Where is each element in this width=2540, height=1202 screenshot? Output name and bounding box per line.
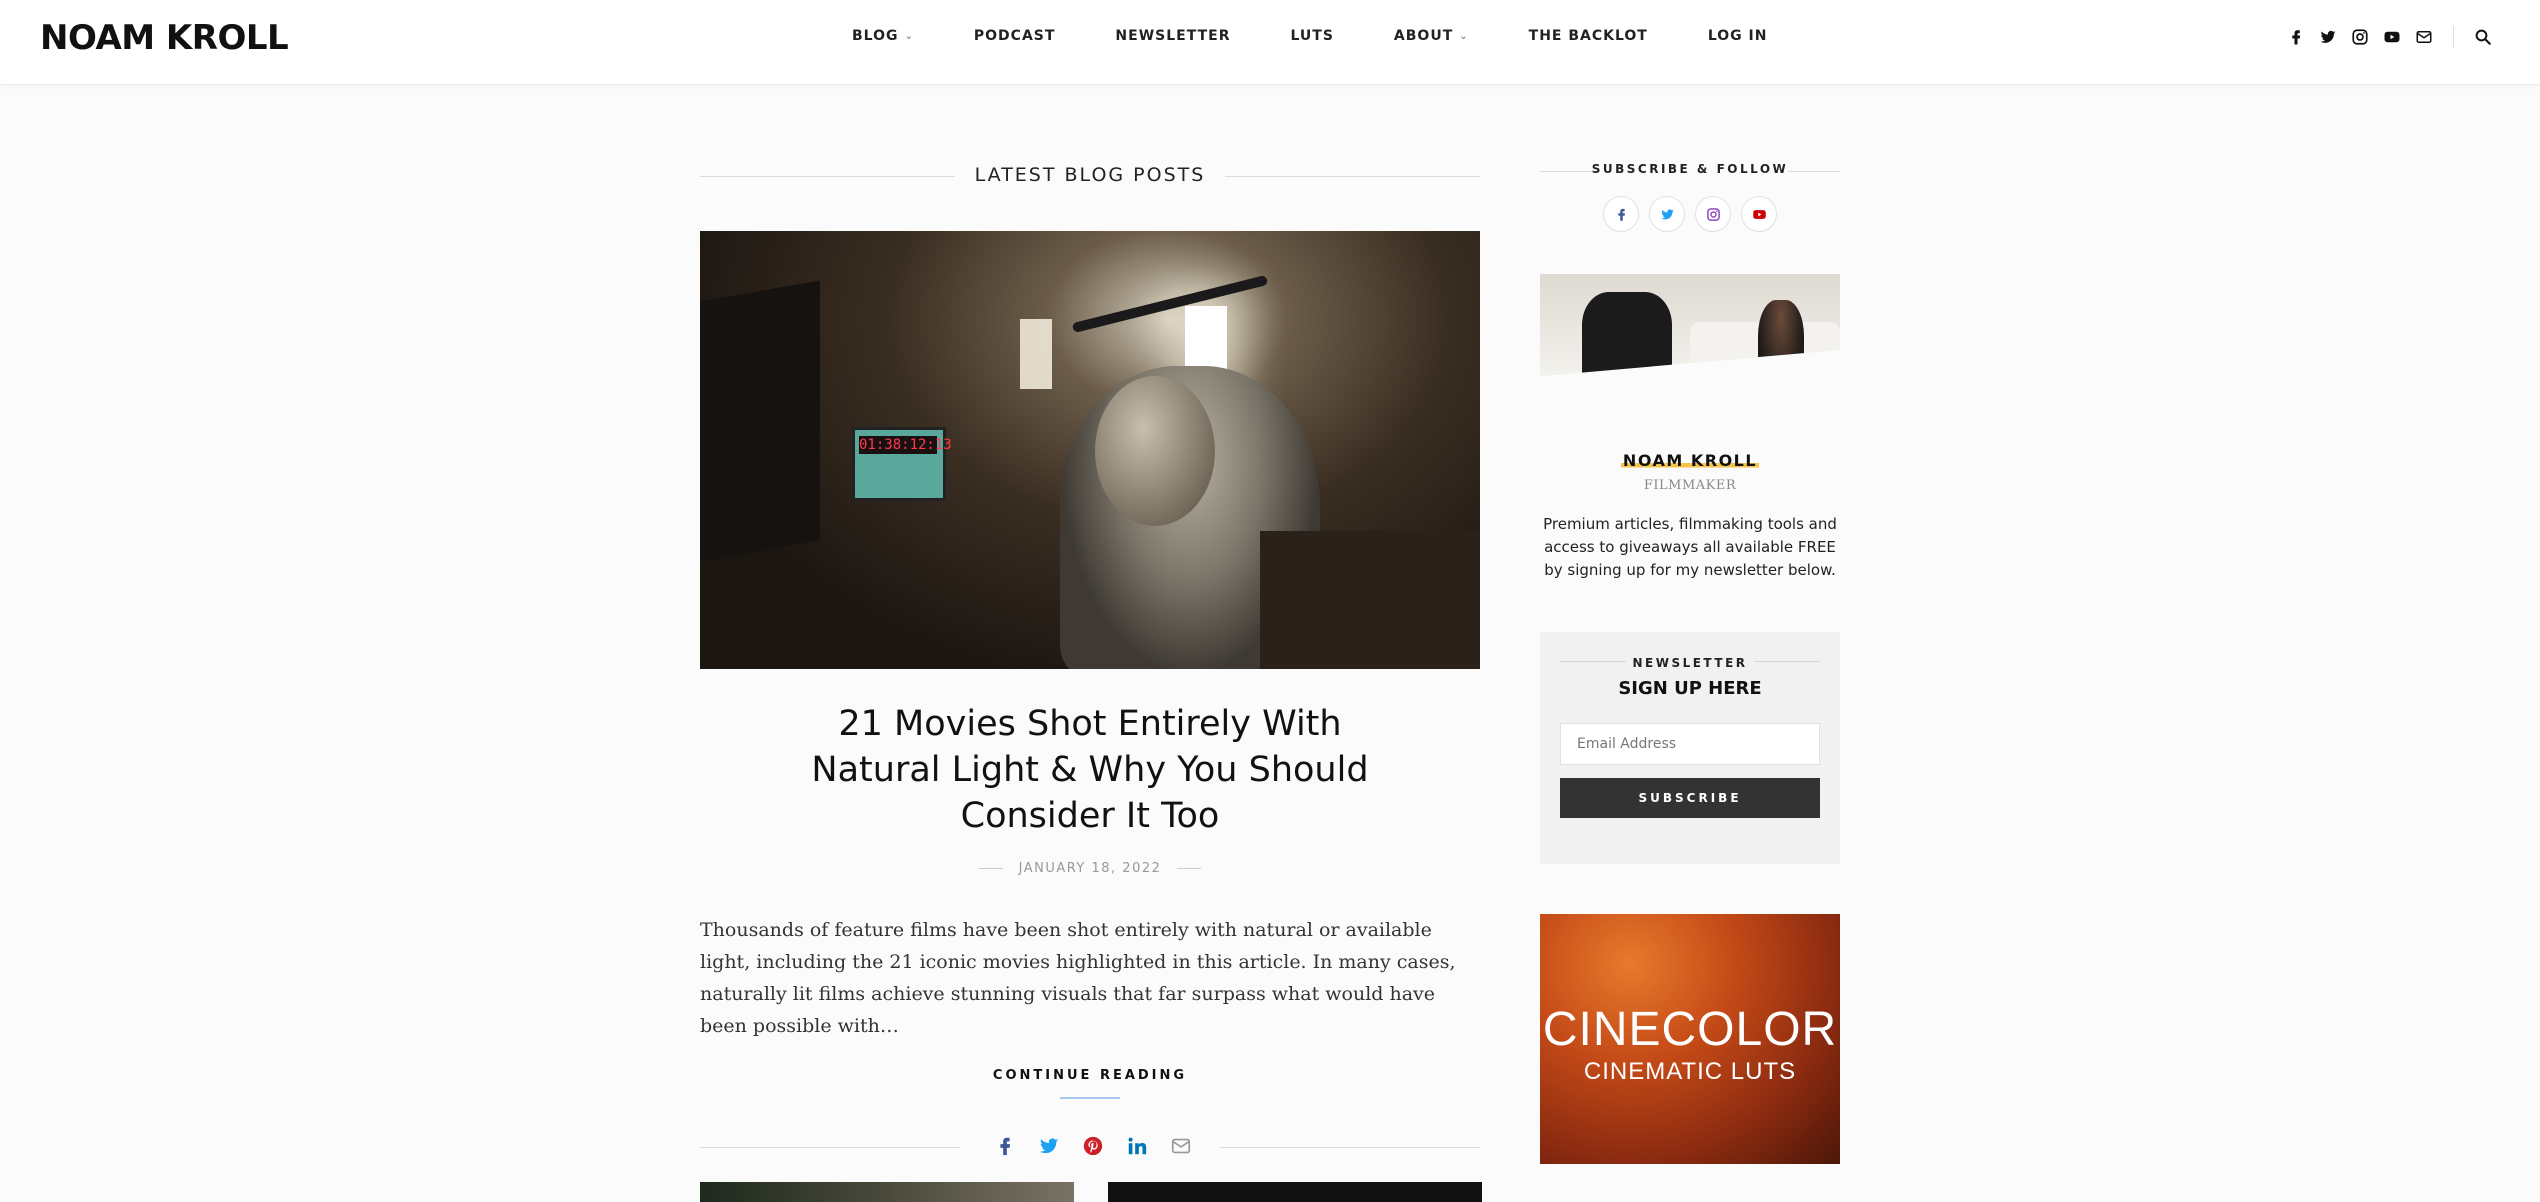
about-author-image — [1540, 274, 1840, 377]
subscribe-follow-text: SUBSCRIBE & FOLLOW — [1591, 162, 1789, 176]
nav-label: ABOUT — [1393, 28, 1454, 44]
about-name: NOAM KROLL — [1540, 451, 1840, 470]
youtube-icon — [1752, 209, 1766, 219]
nav-item-log-in[interactable]: LOG IN — [1708, 28, 1768, 44]
header-divider — [2453, 26, 2454, 48]
main-nav: BLOG ⌄ PODCAST NEWSLETTER LUTS ABOUT ⌄ THE… — [852, 28, 1767, 44]
heading-rule — [1754, 661, 1820, 662]
heading-rule — [1788, 171, 1840, 172]
newsletter-widget: NEWSLETTER SIGN UP HERE SUBSCRIBE — [1540, 632, 1840, 864]
post-thumbnail[interactable] — [700, 1182, 1074, 1202]
about-role: FILMMAKER — [1643, 478, 1737, 493]
newsletter-heading-text: NEWSLETTER — [1632, 656, 1748, 670]
chevron-down-icon: ⌄ — [1459, 30, 1469, 42]
post-date-text: JANUARY 18, 2022 — [1018, 861, 1162, 876]
cinecolor-ad-banner[interactable]: CINECOLOR CINEMATIC LUTS — [1540, 914, 1840, 1164]
camera-operator-shape — [1582, 292, 1672, 377]
ad-title: CINECOLOR — [1542, 1003, 1838, 1056]
share-rule — [1220, 1147, 1480, 1148]
mail-icon[interactable] — [2415, 28, 2433, 46]
newsletter-subheading: SIGN UP HERE — [1618, 678, 1762, 699]
sidebar-instagram-link[interactable] — [1695, 196, 1731, 232]
nav-label: PODCAST — [973, 28, 1056, 44]
nav-item-luts[interactable]: LUTS — [1290, 28, 1333, 44]
linkedin-icon[interactable] — [1126, 1135, 1148, 1157]
seated-person-shape — [1758, 300, 1804, 377]
sidebar-social-links — [1540, 196, 1840, 232]
header-social-icons — [2287, 26, 2492, 48]
subscribe-follow-heading: SUBSCRIBE & FOLLOW — [1540, 150, 1840, 194]
next-posts-thumbnails — [700, 1182, 1482, 1202]
light-stand-shape — [700, 280, 820, 562]
nav-label: LUTS — [1290, 28, 1334, 44]
sidebar-facebook-link[interactable] — [1603, 196, 1639, 232]
ad-subtitle: CINEMATIC LUTS — [1583, 1058, 1797, 1085]
share-rule — [700, 1147, 960, 1148]
section-heading: LATEST BLOG POSTS — [700, 150, 1480, 206]
nav-item-blog[interactable]: BLOG ⌄ — [852, 28, 914, 44]
nav-label: NEWSLETTER — [1115, 28, 1231, 44]
table-shape — [1260, 531, 1480, 669]
actress-head-shape — [1095, 376, 1215, 526]
share-icons — [994, 1135, 1192, 1157]
twitter-icon[interactable] — [1038, 1135, 1060, 1157]
about-name-text: NOAM KROLL — [1620, 451, 1760, 470]
main-content: LATEST BLOG POSTS 01:38:12:13 21 Movies … — [700, 150, 1480, 1167]
newsletter-heading: NEWSLETTER — [1540, 632, 1840, 672]
facebook-icon[interactable] — [994, 1135, 1016, 1157]
sidebar-youtube-link[interactable] — [1741, 196, 1777, 232]
pinterest-icon[interactable] — [1082, 1135, 1104, 1157]
email-field[interactable] — [1560, 723, 1820, 765]
heading-rule — [1560, 661, 1626, 662]
nav-item-newsletter[interactable]: NEWSLETTER — [1115, 28, 1230, 44]
subscribe-button[interactable]: SUBSCRIBE — [1560, 778, 1820, 818]
facebook-icon — [1617, 208, 1625, 221]
instagram-icon — [1706, 207, 1720, 221]
site-header: NOAM KROLL BLOG ⌄ PODCAST NEWSLETTER LUTS… — [0, 0, 2540, 85]
share-bar — [700, 1127, 1480, 1167]
post-title[interactable]: 21 Movies Shot Entirely With Natural Lig… — [700, 701, 1480, 839]
twitter-icon[interactable] — [2319, 28, 2337, 46]
mail-icon[interactable] — [1170, 1135, 1192, 1157]
post-excerpt: Thousands of feature films have been sho… — [700, 919, 1456, 1037]
section-title-text: LATEST BLOG POSTS — [974, 164, 1206, 186]
window-shape — [1020, 319, 1052, 389]
youtube-icon[interactable] — [2383, 28, 2401, 46]
continue-reading-link[interactable]: CONTINUE READING — [700, 1068, 1480, 1083]
heading-rule — [1225, 176, 1480, 177]
search-icon[interactable] — [2474, 28, 2492, 46]
heading-rule — [700, 176, 955, 177]
facebook-icon[interactable] — [2287, 28, 2305, 46]
post-featured-image[interactable]: 01:38:12:13 — [700, 231, 1480, 669]
nav-item-podcast[interactable]: PODCAST — [974, 28, 1056, 44]
nav-item-the-backlot[interactable]: THE BACKLOT — [1529, 28, 1648, 44]
heading-rule — [1540, 171, 1592, 172]
nav-item-about[interactable]: ABOUT ⌄ — [1394, 28, 1469, 44]
boom-mic-shape — [1071, 274, 1269, 334]
continue-underline — [1060, 1097, 1120, 1099]
chevron-down-icon: ⌄ — [904, 30, 914, 42]
twitter-icon — [1660, 208, 1674, 219]
sidebar: SUBSCRIBE & FOLLOW NOAM KROLL FILMMAKER … — [1540, 150, 1840, 1164]
nav-label: BLOG — [852, 28, 899, 44]
nav-label: LOG IN — [1707, 28, 1768, 44]
sidebar-twitter-link[interactable] — [1649, 196, 1685, 232]
slate-timecode: 01:38:12:13 — [859, 436, 952, 454]
about-description: Premium articles, filmmaking tools and a… — [1543, 515, 1837, 579]
instagram-icon[interactable] — [2351, 28, 2369, 46]
nav-label: THE BACKLOT — [1528, 28, 1648, 44]
post-date: JANUARY 18, 2022 — [700, 861, 1480, 876]
clapperboard-shape: 01:38:12:13 — [852, 427, 952, 501]
post-thumbnail[interactable] — [1108, 1182, 1482, 1202]
site-logo[interactable]: NOAM KROLL — [40, 18, 289, 58]
